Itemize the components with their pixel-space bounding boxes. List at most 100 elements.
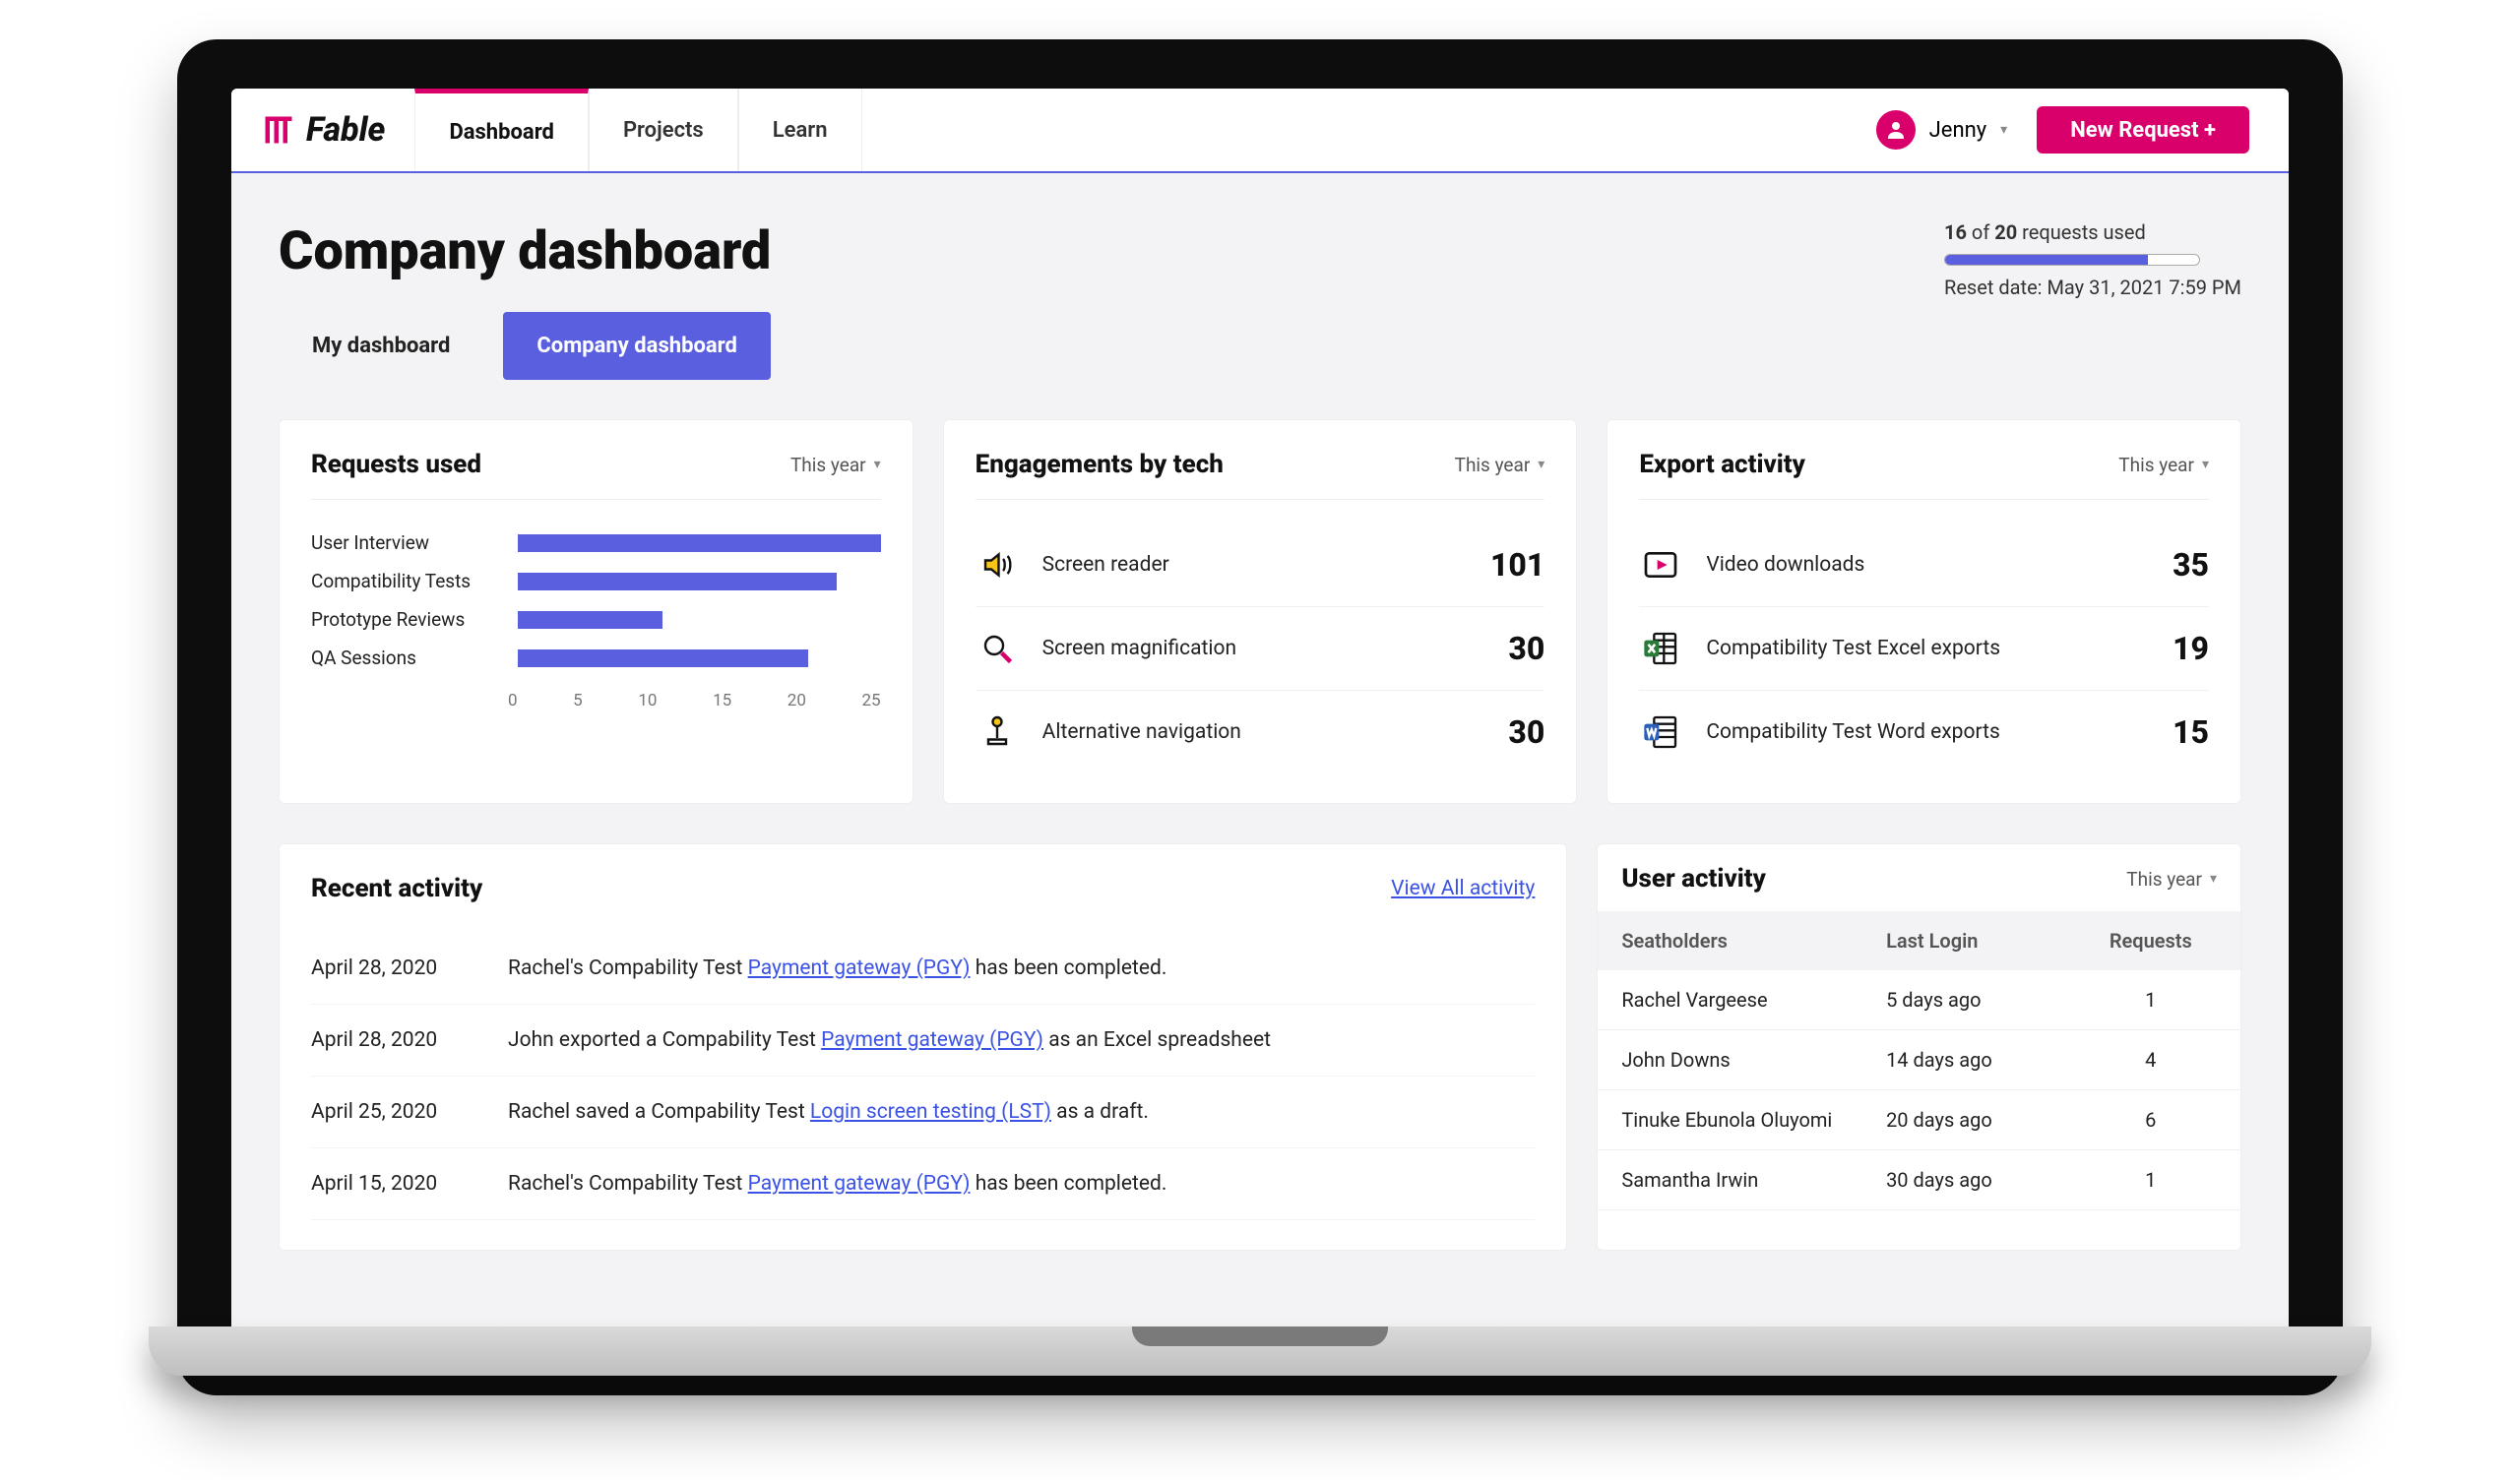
activity-message: Rachel's Compability Test Payment gatewa… xyxy=(508,956,1535,980)
chart-category-label: Prototype Reviews xyxy=(311,608,508,631)
chart-row: QA Sessions xyxy=(311,639,881,677)
user-name: Jenny xyxy=(1929,118,1987,143)
seatholder-name: Tinuke Ebunola Oluyomi xyxy=(1621,1108,1886,1132)
request-count: 1 xyxy=(2085,1168,2217,1192)
bottom-grid: Recent activity View All activity April … xyxy=(231,843,2289,1298)
seatholder-name: Rachel Vargeese xyxy=(1621,988,1886,1012)
chevron-down-icon: ▾ xyxy=(2210,871,2217,887)
subtab-my-dashboard[interactable]: My dashboard xyxy=(279,312,483,380)
activity-item: April 28, 2020John exported a Compabilit… xyxy=(311,1005,1535,1077)
logo-icon xyxy=(261,112,296,148)
activity-link[interactable]: Payment gateway (PGY) xyxy=(748,1172,971,1196)
period-selector[interactable]: This year ▾ xyxy=(1455,454,1545,476)
chart-category-label: QA Sessions xyxy=(311,647,508,669)
last-login: 30 days ago xyxy=(1886,1168,2085,1192)
nav-tab-dashboard[interactable]: Dashboard xyxy=(414,89,589,171)
card-title: Engagements by tech xyxy=(976,450,1224,479)
main-nav: DashboardProjectsLearn xyxy=(414,89,861,171)
last-login: 5 days ago xyxy=(1886,988,2085,1012)
chart-row: User Interview xyxy=(311,524,881,562)
activity-link[interactable]: Payment gateway (PGY) xyxy=(821,1028,1043,1052)
card-export-activity: Export activity This year ▾ Video downlo… xyxy=(1606,419,2241,804)
chart-bar xyxy=(518,573,881,590)
stat-row: Video downloads 35 xyxy=(1639,524,2209,607)
stats-grid: Requests used This year ▾ User Interview… xyxy=(231,380,2289,843)
stat-label: Video downloads xyxy=(1706,553,1864,577)
request-count: 1 xyxy=(2085,988,2217,1012)
axis-tick: 25 xyxy=(862,691,881,710)
video-icon xyxy=(1639,543,1682,586)
axis-tick: 0 xyxy=(508,691,518,710)
stat-row: Screen reader 101 xyxy=(976,524,1545,607)
period-selector[interactable]: This year ▾ xyxy=(2126,868,2217,891)
brand-logo[interactable]: Fable xyxy=(251,89,414,171)
speaker-icon xyxy=(976,543,1019,586)
card-requests-used: Requests used This year ▾ User Interview… xyxy=(279,419,914,804)
stat-value: 19 xyxy=(2173,630,2209,667)
axis-tick: 10 xyxy=(638,691,657,710)
screen: Fable DashboardProjectsLearn Jenny ▾ New… xyxy=(231,89,2289,1328)
requests-bar-chart: User Interview Compatibility Tests Prototy… xyxy=(311,524,881,677)
card-user-activity: User activity This year ▾ Seatholders La… xyxy=(1597,843,2241,1251)
stat-value: 35 xyxy=(2173,546,2209,584)
stat-row: Compatibility Test Word exports15 xyxy=(1639,691,2209,773)
stat-label: Compatibility Test Excel exports xyxy=(1706,637,2000,660)
laptop-base xyxy=(231,1326,2289,1395)
axis-tick: 15 xyxy=(713,691,731,710)
view-all-activity-link[interactable]: View All activity xyxy=(1391,877,1535,900)
magnifier-icon xyxy=(976,627,1019,670)
activity-link[interactable]: Login screen testing (LST) xyxy=(810,1100,1051,1124)
activity-item: April 15, 2020Rachel's Compability Test … xyxy=(311,1148,1535,1220)
stat-label: Screen magnification xyxy=(1042,637,1236,660)
stat-value: 101 xyxy=(1490,546,1544,584)
activity-link[interactable]: Payment gateway (PGY) xyxy=(748,956,971,980)
activity-message: Rachel's Compability Test Payment gatewa… xyxy=(508,1172,1535,1196)
chart-bar xyxy=(518,611,881,629)
laptop-frame: Fable DashboardProjectsLearn Jenny ▾ New… xyxy=(177,39,2343,1395)
chart-axis: 0510152025 xyxy=(311,691,881,710)
chart-bar xyxy=(518,649,881,667)
stat-label: Screen reader xyxy=(1042,553,1169,577)
new-request-button[interactable]: New Request + xyxy=(2037,106,2249,154)
page-title: Company dashboard xyxy=(279,220,771,282)
card-title: Recent activity xyxy=(311,874,482,903)
period-selector[interactable]: This year ▾ xyxy=(2118,454,2209,476)
table-row: Tinuke Ebunola Oluyomi20 days ago6 xyxy=(1598,1090,2240,1150)
avatar-icon xyxy=(1876,110,1916,150)
seatholder-name: Samantha Irwin xyxy=(1621,1168,1886,1192)
seatholder-name: John Downs xyxy=(1621,1048,1886,1072)
header-row: Company dashboard 16 of 20 requests used… xyxy=(231,173,2289,312)
stat-label: Alternative navigation xyxy=(1042,720,1241,744)
chevron-down-icon: ▾ xyxy=(874,457,881,472)
joystick-icon xyxy=(976,710,1019,754)
card-title: User activity xyxy=(1621,864,1766,894)
period-selector[interactable]: This year ▾ xyxy=(790,454,881,476)
table-row: Rachel Vargeese5 days ago1 xyxy=(1598,970,2240,1030)
top-bar: Fable DashboardProjectsLearn Jenny ▾ New… xyxy=(231,89,2289,173)
activity-date: April 15, 2020 xyxy=(311,1172,508,1196)
last-login: 20 days ago xyxy=(1886,1108,2085,1132)
usage-reset: Reset date: May 31, 2021 7:59 PM xyxy=(1944,276,2241,299)
chart-row: Prototype Reviews xyxy=(311,600,881,639)
activity-date: April 25, 2020 xyxy=(311,1100,508,1124)
card-recent-activity: Recent activity View All activity April … xyxy=(279,843,1567,1251)
nav-tab-learn[interactable]: Learn xyxy=(738,89,862,171)
last-login: 14 days ago xyxy=(1886,1048,2085,1072)
user-menu[interactable]: Jenny ▾ xyxy=(1847,89,2038,171)
nav-tab-projects[interactable]: Projects xyxy=(589,89,738,171)
chart-category-label: User Interview xyxy=(311,531,508,554)
subtab-company-dashboard[interactable]: Company dashboard xyxy=(503,312,770,380)
chart-category-label: Compatibility Tests xyxy=(311,570,508,592)
activity-item: April 25, 2020Rachel saved a Compability… xyxy=(311,1077,1535,1148)
usage-text: 16 of 20 requests used xyxy=(1944,220,2241,244)
card-title: Requests used xyxy=(311,450,481,479)
chart-bar xyxy=(518,534,881,552)
requests-usage: 16 of 20 requests used Reset date: May 3… xyxy=(1944,220,2241,299)
activity-date: April 28, 2020 xyxy=(311,1028,508,1052)
stat-row: Screen magnification 30 xyxy=(976,607,1545,691)
stat-value: 30 xyxy=(1508,713,1544,751)
card-engagements: Engagements by tech This year ▾ Screen r… xyxy=(943,419,1578,804)
stat-value: 30 xyxy=(1508,630,1544,667)
card-title: Export activity xyxy=(1639,450,1805,479)
activity-item: April 28, 2020Rachel's Compability Test … xyxy=(311,933,1535,1005)
